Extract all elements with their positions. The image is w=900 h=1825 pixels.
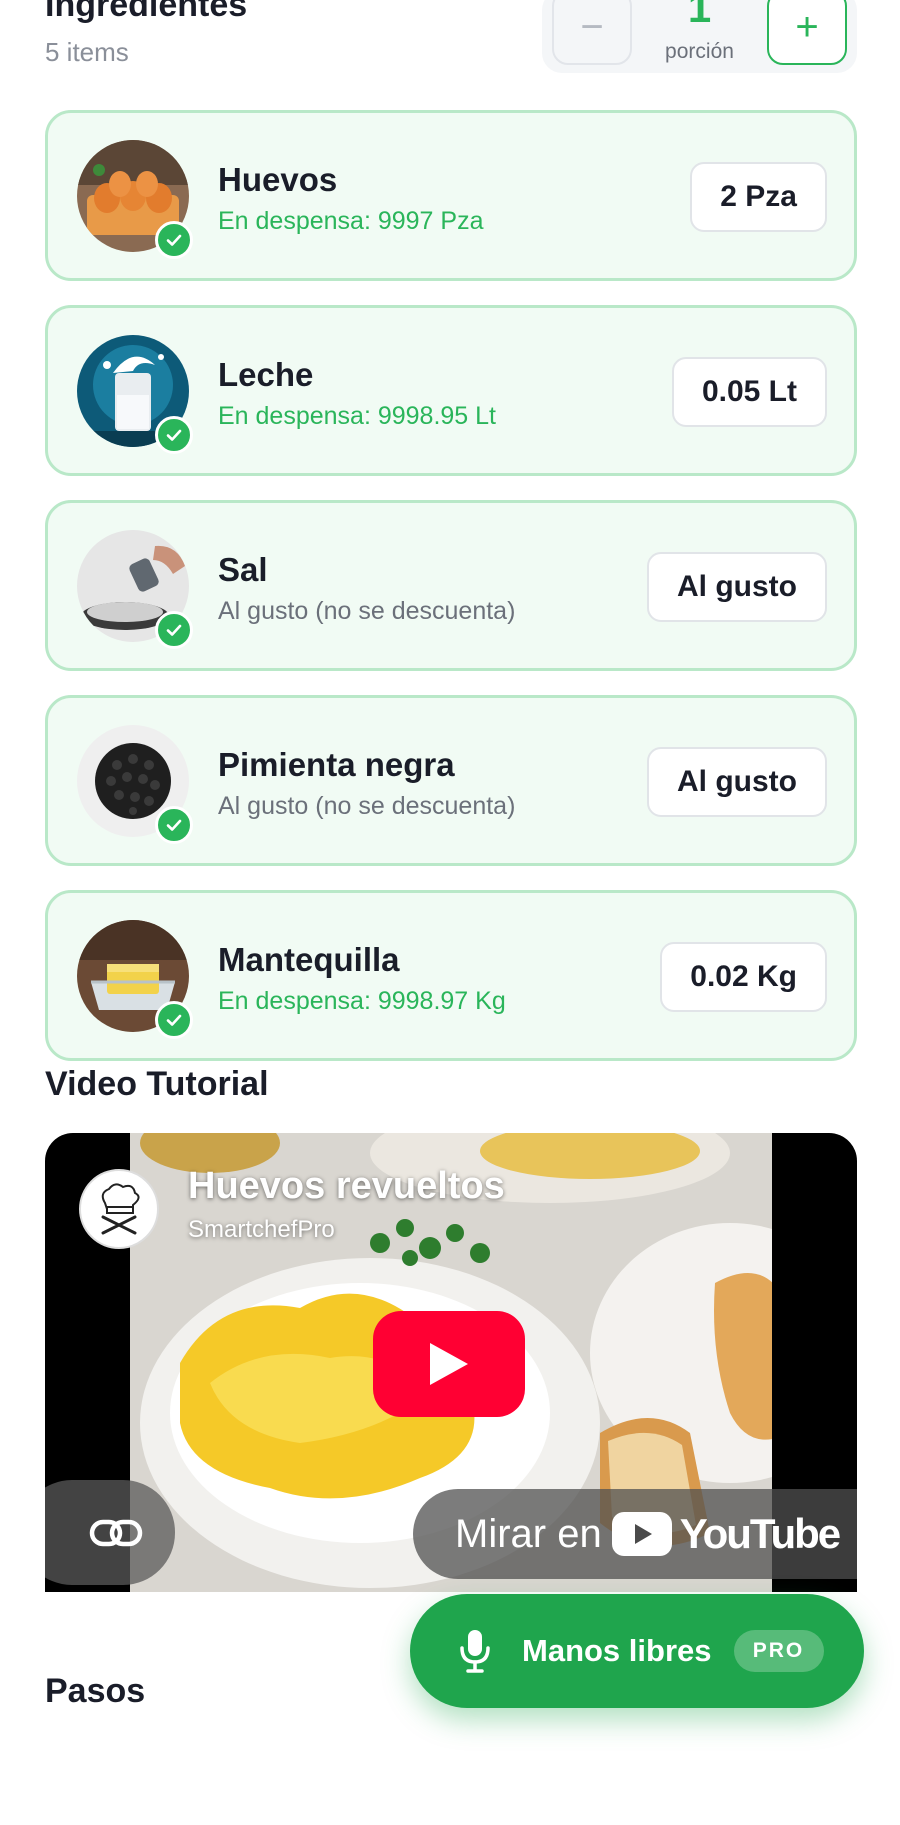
portion-increase-button[interactable]: +: [767, 0, 847, 65]
portion-stepper: − 1 porción +: [542, 0, 857, 73]
ingredient-list: Huevos En despensa: 9997 Pza 2 Pza Leche…: [45, 110, 857, 1085]
in-stock-check-icon: [155, 221, 193, 259]
ingredient-quantity: 0.02 Kg: [660, 942, 827, 1012]
link-icon: [89, 1519, 143, 1546]
ingredient-name: Huevos: [218, 161, 338, 198]
in-stock-check-icon: [155, 1001, 193, 1039]
ingredient-card[interactable]: Mantequilla En despensa: 9998.97 Kg 0.02…: [45, 890, 857, 1061]
video-player[interactable]: Huevos revueltos SmartchefPro Mirar en Y…: [45, 1133, 857, 1592]
ingredient-name: Pimienta negra: [218, 746, 455, 783]
play-button[interactable]: [373, 1311, 525, 1417]
portion-value: 1: [687, 0, 712, 31]
hands-free-label: Manos libres: [522, 1633, 712, 1668]
youtube-logo: YouTube: [611, 1510, 841, 1558]
ingredients-title: Ingredientes: [45, 0, 248, 24]
ingredient-note: Al gusto (no se descuenta): [218, 792, 516, 820]
hands-free-button[interactable]: Manos libres PRO: [410, 1594, 864, 1708]
ingredient-name: Sal: [218, 551, 268, 588]
steps-title: Pasos: [45, 1672, 146, 1710]
microphone-icon: [460, 1630, 490, 1673]
ingredient-note: Al gusto (no se descuenta): [218, 597, 516, 625]
watch-on-label: Mirar en: [455, 1511, 602, 1556]
ingredient-quantity: Al gusto: [647, 747, 827, 817]
ingredient-stock: En despensa: 9998.97 Kg: [218, 987, 506, 1015]
ingredient-stock: En despensa: 9997 Pza: [218, 207, 484, 235]
video-title[interactable]: Huevos revueltos: [188, 1165, 505, 1208]
ingredient-name: Mantequilla: [218, 941, 400, 978]
ingredients-header: Ingredientes 5 items − 1 porción +: [45, 0, 857, 80]
pro-badge: PRO: [733, 1630, 824, 1672]
in-stock-check-icon: [155, 611, 193, 649]
ingredient-card[interactable]: Pimienta negra Al gusto (no se descuenta…: [45, 695, 857, 866]
youtube-play-icon: [611, 1512, 672, 1556]
ingredient-quantity: Al gusto: [647, 552, 827, 622]
chef-hat-logo-icon[interactable]: [79, 1169, 159, 1249]
video-channel[interactable]: SmartchefPro: [188, 1216, 335, 1244]
ingredient-name: Leche: [218, 356, 314, 393]
ingredient-quantity: 2 Pza: [690, 162, 827, 232]
ingredient-card[interactable]: Sal Al gusto (no se descuenta) Al gusto: [45, 500, 857, 671]
ingredient-card[interactable]: Leche En despensa: 9998.95 Lt 0.05 Lt: [45, 305, 857, 476]
watch-on-youtube-button[interactable]: Mirar en YouTube: [413, 1489, 857, 1579]
ingredients-count: 5 items: [45, 37, 129, 67]
video-section-title: Video Tutorial: [45, 1065, 269, 1103]
ingredient-stock: En despensa: 9998.95 Lt: [218, 402, 497, 430]
ingredient-quantity: 0.05 Lt: [671, 357, 827, 427]
copy-link-button[interactable]: [45, 1480, 175, 1585]
portion-label: porción: [665, 40, 734, 63]
ingredient-card[interactable]: Huevos En despensa: 9997 Pza 2 Pza: [45, 110, 857, 281]
in-stock-check-icon: [155, 416, 193, 454]
youtube-wordmark: YouTube: [679, 1510, 841, 1557]
portion-decrease-button[interactable]: −: [552, 0, 632, 65]
in-stock-check-icon: [155, 806, 193, 844]
play-icon: [430, 1343, 468, 1385]
